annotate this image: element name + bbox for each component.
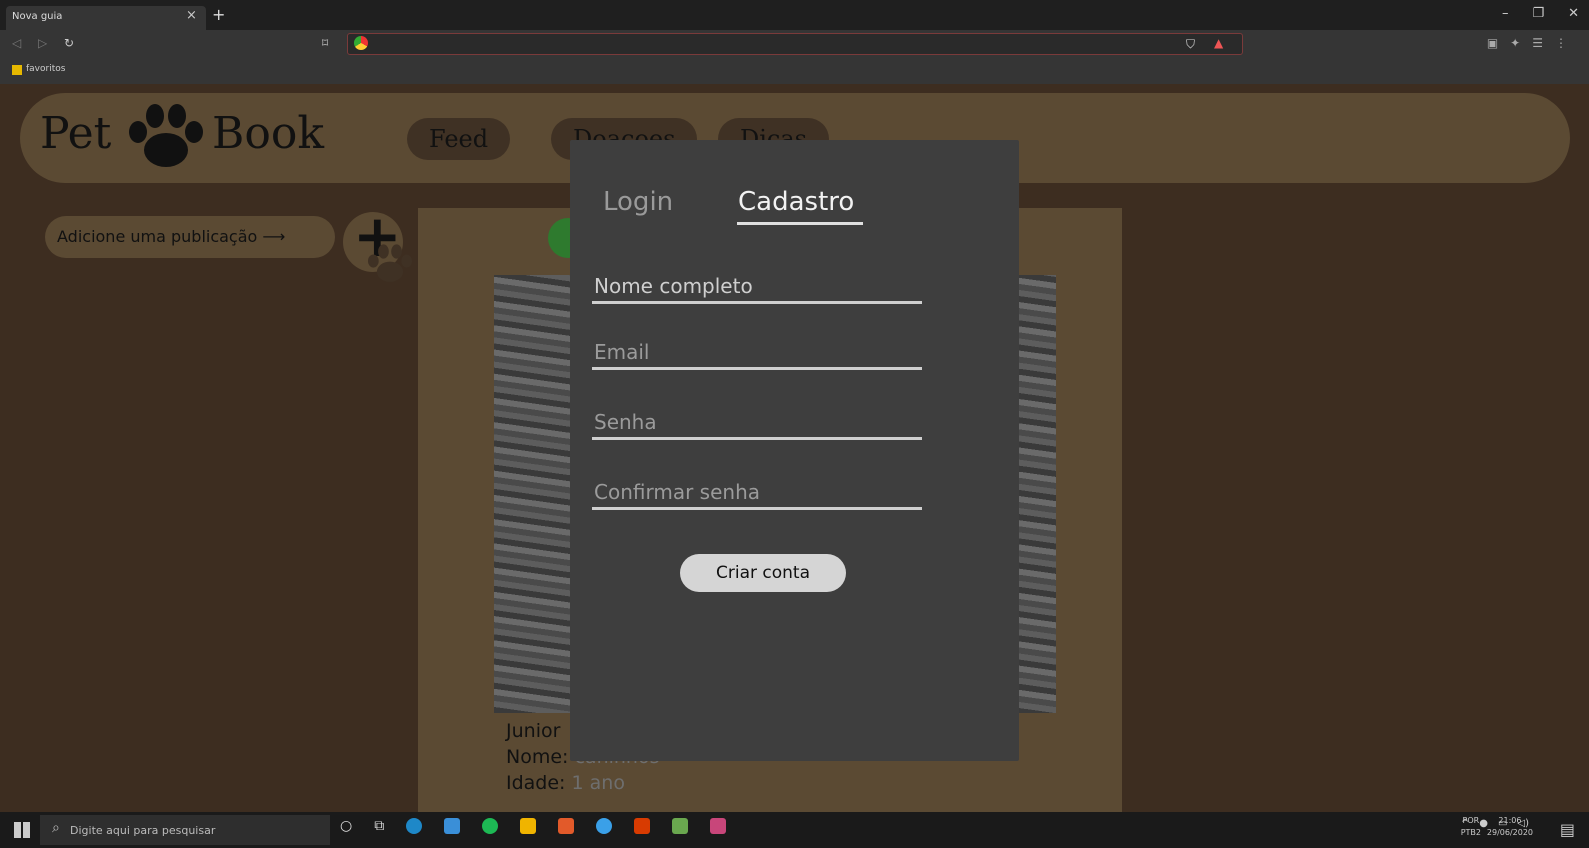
browser-tab-bar — [0, 0, 1589, 30]
post-age-row: Idade: 1 ano — [506, 772, 625, 794]
extensions-area: ▣ ✦ ☰ ⋮ — [1487, 36, 1567, 50]
cortana-icon[interactable]: ○ — [340, 818, 352, 834]
spotify-icon[interactable] — [482, 818, 499, 834]
back-icon[interactable]: ◁ — [12, 36, 21, 50]
shield-icon[interactable]: ⛉ — [1186, 37, 1195, 52]
minimize-icon[interactable]: – — [1502, 6, 1509, 21]
skype-icon[interactable] — [444, 818, 461, 834]
logo-text-book: Book — [212, 108, 324, 159]
language-indicator[interactable]: POR PTB2 — [1461, 815, 1481, 839]
post-title: Junior — [506, 720, 560, 742]
clock-time: 21:06 — [1498, 816, 1522, 825]
paw-logo-icon — [129, 104, 203, 167]
window-controls: – ❐ ✕ — [1502, 6, 1579, 21]
active-tab-indicator — [737, 222, 863, 225]
full-name-input[interactable] — [592, 270, 922, 304]
post-age-value: 1 ano — [571, 772, 625, 794]
office-icon[interactable] — [634, 818, 651, 834]
bookmark-icon[interactable]: ⌑ — [322, 36, 328, 50]
browser-tab[interactable]: Nova guia — [6, 6, 206, 30]
clock[interactable]: 21:06 29/06/2020 — [1487, 815, 1533, 839]
password-input[interactable] — [592, 406, 922, 440]
logo-text-pet: Pet — [40, 108, 112, 159]
close-tab-icon[interactable]: × — [186, 8, 197, 23]
post-name-label: Nome: — [506, 746, 569, 768]
clock-date: 29/06/2020 — [1486, 828, 1533, 837]
email-input[interactable] — [592, 336, 922, 370]
brave-icon[interactable] — [558, 818, 575, 834]
bookmarks-bar — [0, 60, 1589, 84]
new-tab-icon[interactable]: + — [212, 5, 225, 24]
tab-title: Nova guia — [12, 11, 63, 22]
add-publication-label: Adicione uma publicação ⟶ — [45, 216, 335, 258]
notifications-icon[interactable]: ▤ — [1560, 820, 1575, 839]
close-window-icon[interactable]: ✕ — [1568, 6, 1579, 21]
nav-feed[interactable]: Feed — [407, 118, 511, 160]
create-account-button[interactable]: Criar conta — [680, 554, 846, 592]
windows-start-icon[interactable] — [14, 822, 30, 838]
task-view-icon[interactable]: ⧉ — [374, 818, 384, 834]
post-title-text: Junior — [506, 720, 561, 742]
snip-tool-icon[interactable] — [672, 818, 689, 834]
tab-login[interactable]: Login — [603, 187, 673, 217]
auth-modal — [570, 140, 1019, 761]
post-age-label: Idade: — [506, 772, 566, 794]
language-code: POR — [1462, 816, 1480, 825]
site-info-icon[interactable] — [354, 36, 368, 50]
reload-icon[interactable]: ↻ — [64, 36, 74, 50]
reading-list-icon[interactable]: ☰ — [1532, 36, 1543, 50]
app-icon[interactable] — [710, 818, 727, 834]
taskbar-apps: ○ ⧉ — [340, 818, 727, 834]
edge-icon[interactable] — [406, 818, 423, 834]
paw-icon — [367, 244, 413, 282]
restore-icon[interactable]: ❐ — [1532, 6, 1544, 21]
tab-cadastro[interactable]: Cadastro — [738, 187, 854, 217]
extensions-icon[interactable]: ✦ — [1510, 36, 1520, 50]
folder-icon — [12, 65, 22, 75]
translate-icon[interactable]: ▣ — [1487, 36, 1498, 50]
taskbar-search-input[interactable]: Digite aqui para pesquisar — [40, 815, 330, 845]
telegram-icon[interactable] — [596, 818, 613, 834]
keyboard-layout: PTB2 — [1460, 828, 1481, 837]
file-explorer-icon[interactable] — [520, 818, 537, 834]
address-bar[interactable] — [347, 33, 1243, 55]
search-icon: ⌕ — [52, 820, 60, 836]
menu-icon[interactable]: ⋮ — [1555, 36, 1567, 50]
rewards-icon[interactable]: ▲ — [1214, 36, 1223, 50]
forward-icon[interactable]: ▷ — [38, 36, 47, 50]
bookmark-folder-favoritos[interactable]: favoritos — [26, 64, 65, 74]
confirm-password-input[interactable] — [592, 476, 922, 510]
